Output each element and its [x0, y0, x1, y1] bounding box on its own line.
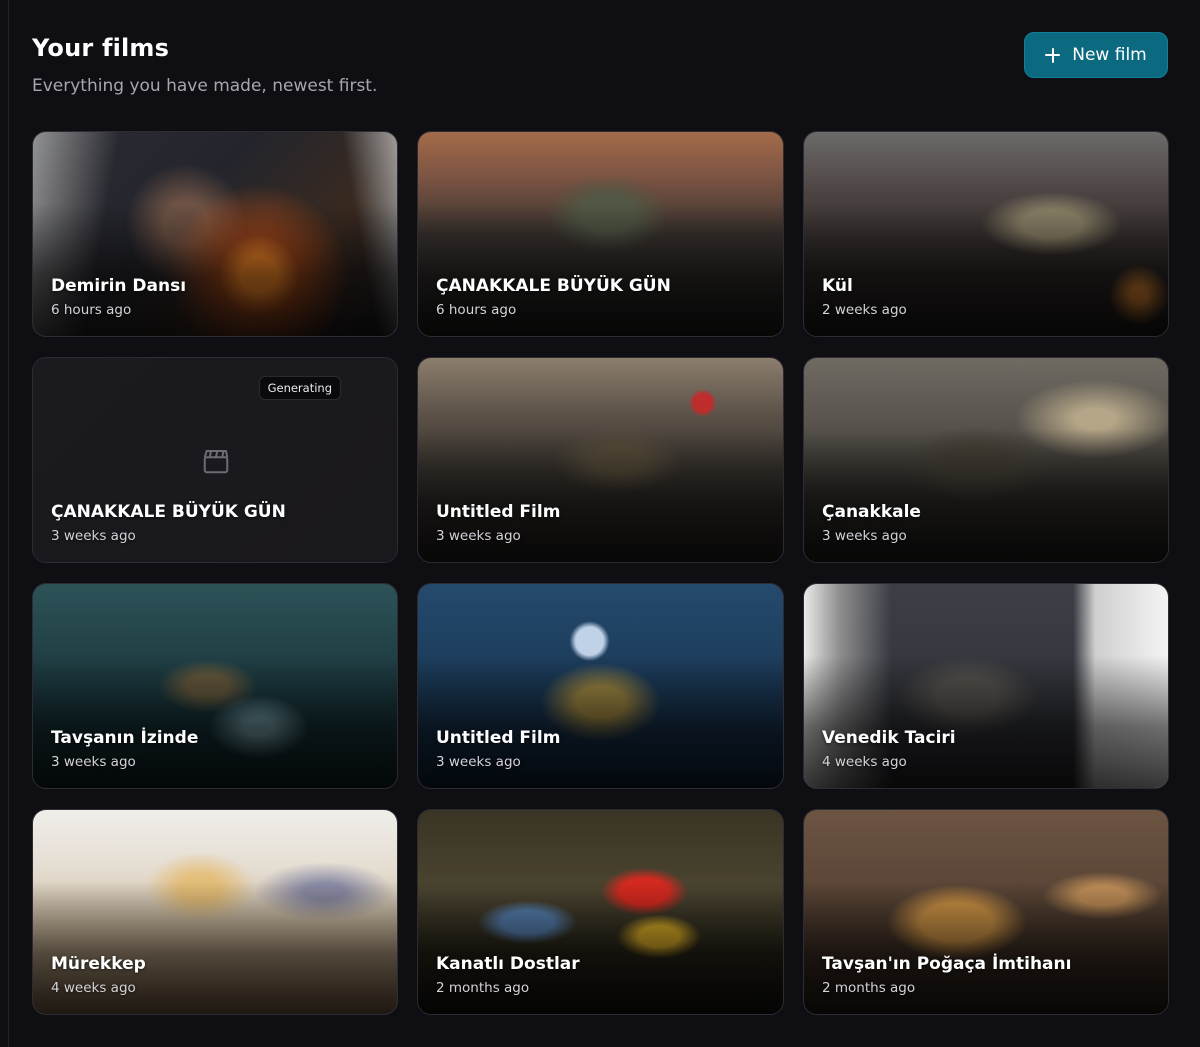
new-film-label: New film: [1072, 45, 1147, 65]
film-title: Untitled Film: [436, 728, 561, 748]
film-card[interactable]: Tavşanın İzinde 3 weeks ago: [32, 583, 398, 789]
film-timestamp: 3 weeks ago: [51, 528, 136, 544]
film-card[interactable]: Kanatlı Dostlar 2 months ago: [417, 809, 784, 1015]
status-badge: Generating: [258, 376, 341, 400]
film-timestamp: 3 weeks ago: [822, 528, 907, 544]
film-card[interactable]: Untitled Film 3 weeks ago: [417, 583, 784, 789]
film-card-generating[interactable]: Generating ÇANAKKALE BÜYÜK GÜN 3 weeks a…: [32, 357, 398, 563]
film-timestamp: 2 months ago: [436, 980, 530, 996]
film-card[interactable]: Untitled Film 3 weeks ago: [417, 357, 784, 563]
film-title: Untitled Film: [436, 502, 561, 522]
plus-icon: [1045, 47, 1061, 63]
page-subtitle: Everything you have made, newest first.: [32, 76, 378, 96]
film-card[interactable]: Kül 2 weeks ago: [803, 131, 1169, 337]
film-title: Kül: [822, 276, 853, 296]
film-card[interactable]: Venedik Taciri 4 weeks ago: [803, 583, 1169, 789]
film-timestamp: 2 weeks ago: [822, 302, 907, 318]
film-title: Kanatlı Dostlar: [436, 954, 580, 974]
film-card[interactable]: Tavşan'ın Poğaça İmtihanı 2 months ago: [803, 809, 1169, 1015]
film-card[interactable]: Çanakkale 3 weeks ago: [803, 357, 1169, 563]
page-title: Your films: [32, 34, 170, 62]
page-header: Your films Everything you have made, new…: [32, 32, 1168, 112]
film-title: ÇANAKKALE BÜYÜK GÜN: [51, 502, 286, 522]
film-timestamp: 6 hours ago: [51, 302, 132, 318]
film-card[interactable]: Demirin Dansı 6 hours ago: [32, 131, 398, 337]
film-title: Demirin Dansı: [51, 276, 187, 296]
clapperboard-icon: [203, 450, 229, 474]
film-grid: Demirin Dansı 6 hours ago ÇANAKKALE BÜYÜ…: [32, 131, 1169, 1015]
film-title: Çanakkale: [822, 502, 921, 522]
film-timestamp: 3 weeks ago: [51, 754, 136, 770]
film-title: ÇANAKKALE BÜYÜK GÜN: [436, 276, 671, 296]
film-card[interactable]: Mürekkep 4 weeks ago: [32, 809, 398, 1015]
film-card[interactable]: ÇANAKKALE BÜYÜK GÜN 6 hours ago: [417, 131, 784, 337]
films-page: Your films Everything you have made, new…: [32, 0, 1169, 1047]
film-timestamp: 6 hours ago: [436, 302, 517, 318]
film-title: Mürekkep: [51, 954, 146, 974]
film-title: Venedik Taciri: [822, 728, 956, 748]
left-divider: [8, 0, 9, 1047]
film-timestamp: 3 weeks ago: [436, 754, 521, 770]
film-timestamp: 4 weeks ago: [822, 754, 907, 770]
new-film-button[interactable]: New film: [1024, 32, 1168, 78]
film-timestamp: 2 months ago: [822, 980, 916, 996]
film-timestamp: 4 weeks ago: [51, 980, 136, 996]
film-timestamp: 3 weeks ago: [436, 528, 521, 544]
film-title: Tavşan'ın Poğaça İmtihanı: [822, 954, 1072, 974]
film-title: Tavşanın İzinde: [51, 728, 199, 748]
